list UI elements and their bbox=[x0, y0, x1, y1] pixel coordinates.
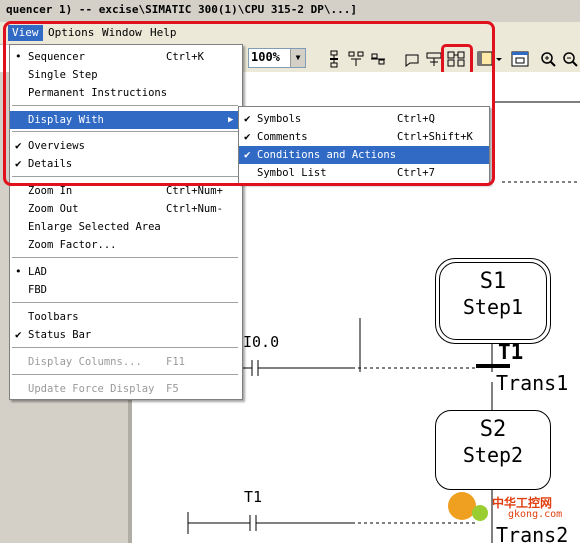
chevron-down-icon[interactable] bbox=[494, 49, 504, 69]
title-bar: quencer 1) -- excise\SIMATIC 300(1)\CPU … bbox=[0, 0, 580, 22]
zoom-in-icon[interactable] bbox=[538, 49, 558, 69]
menu-item-display-columns: Display Columns... F11 bbox=[28, 356, 185, 368]
step-label: Step1 bbox=[462, 295, 524, 319]
menu-item-zoom-factor[interactable]: Zoom Factor... bbox=[10, 236, 242, 254]
menu-separator bbox=[12, 347, 238, 349]
menu-item-toolbars[interactable]: Toolbars bbox=[10, 308, 242, 326]
zoom-out-icon[interactable] bbox=[560, 49, 580, 69]
transition-label: Trans2 bbox=[496, 523, 569, 547]
gear-icon bbox=[472, 505, 488, 521]
menu-item-zoom-out[interactable]: Zoom Out Ctrl+Num- bbox=[10, 200, 242, 218]
step-label: Step2 bbox=[462, 443, 524, 467]
window-icon[interactable] bbox=[510, 49, 530, 69]
highlight-frame-menu bbox=[3, 21, 495, 186]
watermark-domain: gkong.com bbox=[508, 509, 563, 520]
menu-item-fbd[interactable]: FBD bbox=[10, 281, 242, 299]
step-s1-inner: S1 Step1 bbox=[439, 262, 547, 340]
step-name: S1 bbox=[479, 269, 507, 294]
contact-label: T1 bbox=[244, 488, 263, 506]
menu-separator bbox=[12, 374, 238, 376]
contact-label: I0.0 bbox=[243, 333, 280, 351]
transition-label: Trans1 bbox=[496, 371, 569, 395]
menu-item-lad[interactable]: • LAD bbox=[10, 263, 242, 281]
menu-separator bbox=[12, 257, 238, 259]
transition-name: T1 bbox=[498, 340, 524, 364]
radio-bullet-icon: • bbox=[15, 265, 22, 278]
step-s1[interactable]: S1 Step1 bbox=[435, 258, 551, 344]
checkmark-icon: ✔ bbox=[15, 328, 22, 341]
menu-item-enlarge-selected-area[interactable]: Enlarge Selected Area bbox=[10, 218, 242, 236]
window-title: quencer 1) -- excise\SIMATIC 300(1)\CPU … bbox=[6, 3, 357, 16]
step-s2[interactable]: S2 Step2 bbox=[435, 410, 551, 490]
menu-item-update-force-display: Update Force Display F5 bbox=[28, 383, 179, 395]
step-name: S2 bbox=[479, 417, 507, 442]
menu-separator bbox=[12, 302, 238, 304]
menu-item-status-bar[interactable]: ✔ Status Bar bbox=[10, 326, 242, 344]
